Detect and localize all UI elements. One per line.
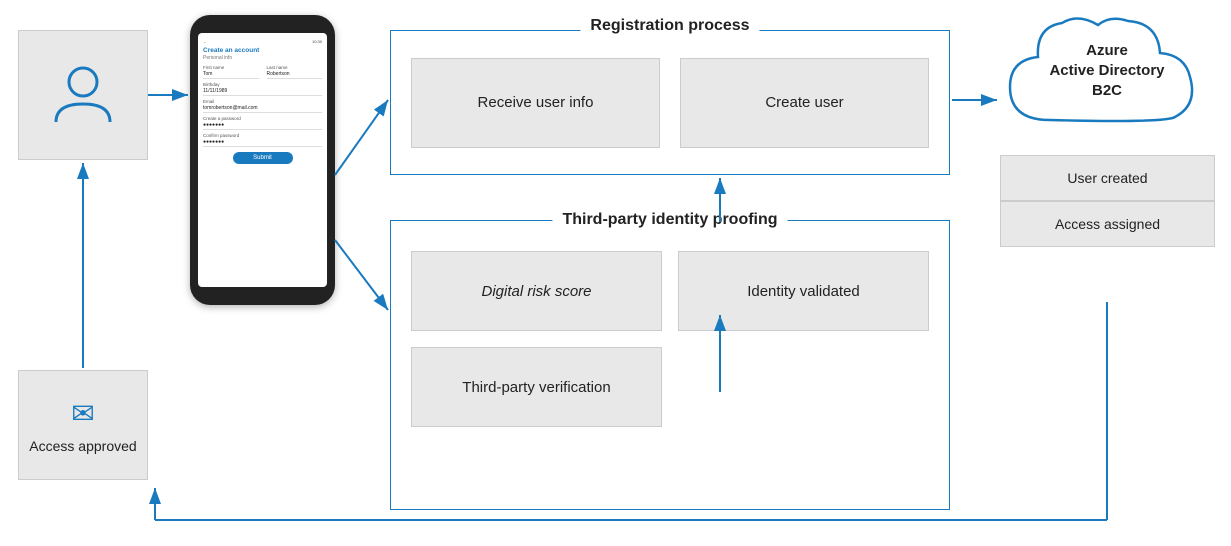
phone-password-value: ●●●●●●● xyxy=(203,122,322,130)
svg-text:Active Directory: Active Directory xyxy=(1049,62,1165,79)
user-icon xyxy=(48,60,118,130)
third-party-box: Third-party identity proofing Digital ri… xyxy=(390,220,950,510)
azure-cloud-container: Azure Active Directory B2C xyxy=(990,5,1225,150)
access-approved-box: ✉ Access approved xyxy=(18,370,148,480)
registration-process-box: Registration process Receive user info C… xyxy=(390,30,950,175)
third-party-bottom-row: Third-party verification xyxy=(411,347,929,427)
phone-confirm-value: ●●●●●●● xyxy=(203,139,322,147)
registration-inner: Receive user info Create user xyxy=(391,31,949,174)
svg-text:Azure: Azure xyxy=(1086,42,1128,59)
phone-firstname-col: First name Tom xyxy=(203,65,259,79)
phone-firstname-value: Tom xyxy=(203,71,259,79)
phone-password-label: Create a password xyxy=(203,116,322,121)
receive-user-info-cell: Receive user info xyxy=(411,58,660,148)
phone-lastname-value: Robertson xyxy=(267,71,323,79)
third-party-inner: Digital risk score Identity validated Th… xyxy=(391,221,949,509)
phone-lastname-label: Last name xyxy=(267,65,323,70)
phone-subtitle: Personal info xyxy=(203,55,322,61)
diagram-container: ✉ Access approved ← 10:30 Create an acco… xyxy=(0,0,1231,546)
digital-risk-score-cell: Digital risk score xyxy=(411,251,662,331)
third-party-verification-cell: Third-party verification xyxy=(411,347,662,427)
phone-screen: ← 10:30 Create an account Personal info … xyxy=(198,33,327,287)
svg-text:B2C: B2C xyxy=(1092,82,1122,99)
phone-lastname-col: Last name Robertson xyxy=(267,65,323,79)
phone-birthday-label: Birthday xyxy=(203,82,322,87)
arrow-phone-to-thirdparty xyxy=(335,240,388,310)
phone-email-label: Email xyxy=(203,99,322,104)
phone-email-value: tomrobertson@mail.com xyxy=(203,105,322,113)
phone-submit-button[interactable]: Submit xyxy=(233,152,293,164)
registration-title: Registration process xyxy=(580,17,759,35)
phone-status-bar: ← 10:30 xyxy=(203,39,322,44)
azure-status-boxes: User created Access assigned xyxy=(1000,155,1215,247)
phone-birthday-value: 11/11/1989 xyxy=(203,88,322,96)
phone-container: ← 10:30 Create an account Personal info … xyxy=(190,15,335,325)
phone-title: Create an account xyxy=(203,47,322,54)
third-party-spacer xyxy=(678,347,929,427)
third-party-top-row: Digital risk score Identity validated xyxy=(411,251,929,331)
user-created-cell: User created xyxy=(1000,155,1215,201)
cloud-svg: Azure Active Directory B2C xyxy=(990,5,1225,150)
arrow-phone-to-reg xyxy=(335,100,388,175)
phone-confirm-label: Confirm password xyxy=(203,133,322,138)
access-assigned-cell: Access assigned xyxy=(1000,201,1215,247)
phone-body: ← 10:30 Create an account Personal info … xyxy=(190,15,335,305)
envelope-icon: ✉ xyxy=(71,397,94,430)
phone-name-row: First name Tom Last name Robertson xyxy=(203,65,322,79)
user-icon-box xyxy=(18,30,148,160)
create-user-cell: Create user xyxy=(680,58,929,148)
access-approved-label: Access approved xyxy=(29,438,136,454)
third-party-title: Third-party identity proofing xyxy=(552,211,787,229)
identity-validated-cell: Identity validated xyxy=(678,251,929,331)
phone-firstname-label: First name xyxy=(203,65,259,70)
